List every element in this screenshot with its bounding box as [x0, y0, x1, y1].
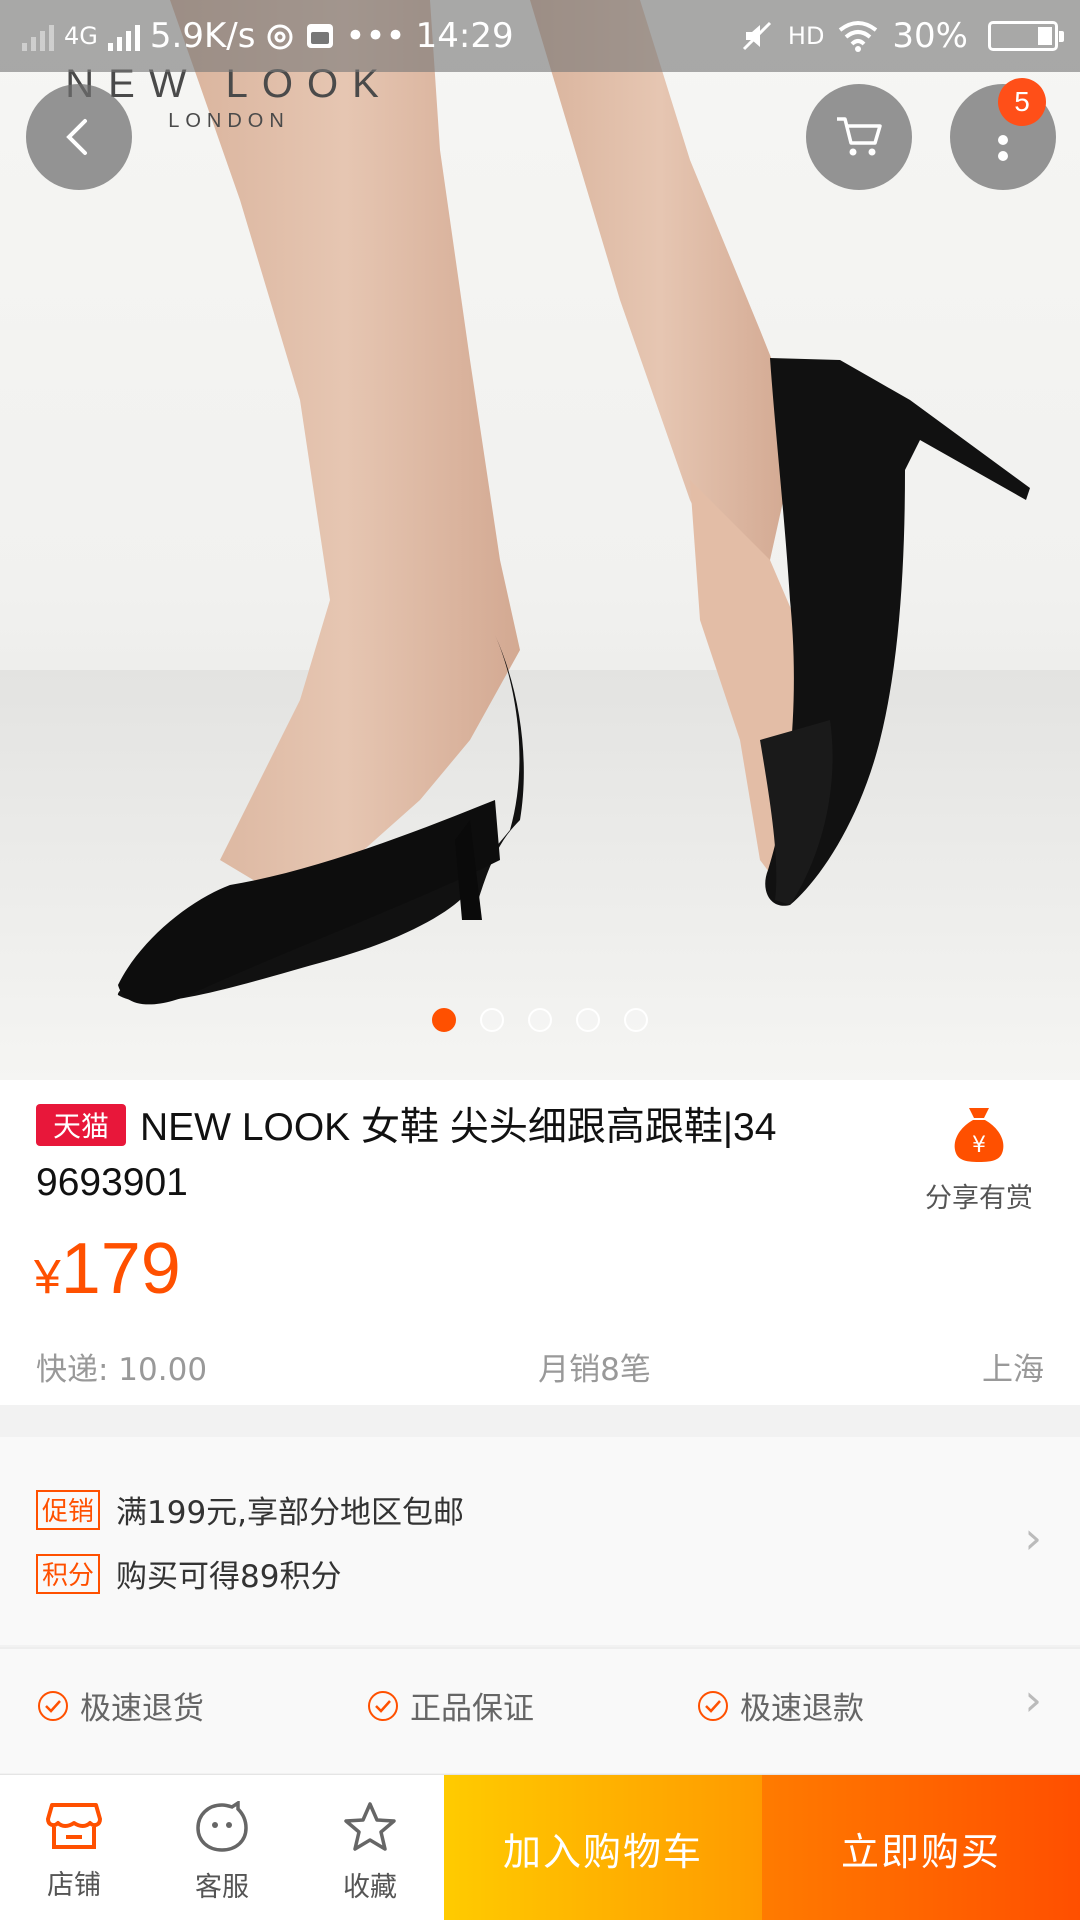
promotion-row: 促销 满199元,享部分地区包邮	[36, 1487, 464, 1532]
price-currency: ¥	[34, 1251, 61, 1304]
store-label: 店铺	[47, 1870, 101, 1901]
battery-icon	[988, 21, 1064, 51]
points-text: 购买可得89积分	[116, 1559, 342, 1595]
product-meta-row: 快递: 10.00 月销8笔 上海	[36, 1344, 1044, 1389]
monthly-sales: 月销8笔	[538, 1352, 651, 1388]
guarantee-label: 极速退货	[80, 1691, 204, 1727]
store-button[interactable]: 店铺	[0, 1775, 148, 1920]
ship-from-location: 上海	[982, 1352, 1044, 1388]
customer-service-icon	[196, 1801, 248, 1852]
sim2-signal-icon	[107, 21, 140, 51]
mute-icon	[742, 21, 771, 51]
points-tag: 积分	[36, 1553, 101, 1594]
favorite-button[interactable]: 收藏	[296, 1775, 444, 1920]
netease-music-icon	[267, 24, 293, 50]
money-bag-icon: ¥	[954, 1108, 1004, 1162]
status-bar: 4G 5.9K/s ••• 14:29 HD 30%	[0, 0, 1080, 72]
promotions-section[interactable]: 促销 满199元,享部分地区包邮 积分 购买可得89积分 ›	[0, 1437, 1080, 1645]
carousel-dot[interactable]	[432, 1008, 456, 1032]
product-image-carousel[interactable]	[0, 0, 1080, 1080]
product-info-card: 天猫 NEW LOOK 女鞋 尖头细跟高跟鞋|349693901 ¥ 分享有赏 …	[0, 1080, 1080, 1405]
share-reward-label: 分享有赏	[925, 1183, 1033, 1214]
more-notifications: •••	[345, 16, 406, 56]
back-button[interactable]	[26, 84, 132, 190]
promotion-tag: 促销	[36, 1489, 101, 1530]
customer-service-label: 客服	[195, 1872, 249, 1903]
carousel-dot[interactable]	[576, 1008, 600, 1032]
share-reward-button[interactable]: ¥ 分享有赏	[914, 1104, 1044, 1215]
chevron-right-icon: ›	[1024, 1513, 1042, 1564]
message-count-badge: 5	[998, 78, 1046, 126]
guarantee-item: 极速退货	[38, 1683, 204, 1728]
guarantee-label: 极速退款	[740, 1691, 864, 1727]
bottom-action-bar: 店铺 客服 收藏 加入购物车 立即购买	[0, 1774, 1080, 1920]
price-value: 179	[60, 1229, 181, 1309]
more-menu-button[interactable]: 5	[950, 78, 1056, 190]
points-row: 积分 购买可得89积分	[36, 1551, 341, 1596]
clock: 14:29	[415, 16, 514, 56]
guarantee-label: 正品保证	[410, 1691, 534, 1727]
store-icon	[46, 1803, 102, 1849]
wifi-icon	[839, 21, 878, 52]
carousel-indicator	[0, 1008, 1080, 1032]
chevron-right-icon: ›	[1024, 1675, 1042, 1726]
check-circle-icon	[38, 1690, 68, 1721]
add-to-cart-button[interactable]: 加入购物车	[444, 1775, 762, 1920]
guarantee-item: 极速退款	[698, 1683, 864, 1728]
star-icon	[344, 1802, 396, 1851]
product-photo	[0, 0, 1080, 1080]
svg-text:¥: ¥	[972, 1133, 986, 1158]
carousel-dot[interactable]	[624, 1008, 648, 1032]
promotion-text: 满199元,享部分地区包邮	[116, 1495, 465, 1531]
network-speed: 5.9K/s	[149, 16, 256, 56]
chevron-left-icon	[66, 119, 87, 155]
network-type: 4G	[64, 22, 98, 50]
cart-button[interactable]	[806, 84, 912, 190]
hd-indicator: HD	[787, 22, 825, 50]
shopping-cart-icon	[837, 117, 882, 156]
service-guarantees[interactable]: 极速退货 正品保证 极速退款 ›	[0, 1647, 1080, 1773]
battery-percent: 30%	[892, 16, 968, 56]
customer-service-button[interactable]: 客服	[148, 1775, 296, 1920]
buy-now-button[interactable]: 立即购买	[762, 1775, 1080, 1920]
product-price: ¥179	[34, 1228, 181, 1310]
check-circle-icon	[698, 1690, 728, 1721]
carousel-dot[interactable]	[480, 1008, 504, 1032]
check-circle-icon	[368, 1690, 398, 1721]
carousel-dot[interactable]	[528, 1008, 552, 1032]
shipping-fee: 快递: 10.00	[36, 1352, 208, 1388]
vivo-app-icon	[307, 24, 334, 48]
sim1-signal-icon	[22, 21, 54, 51]
favorite-label: 收藏	[343, 1872, 397, 1903]
guarantee-item: 正品保证	[368, 1683, 534, 1728]
product-title: NEW LOOK 女鞋 尖头细跟高跟鞋|349693901	[36, 1106, 777, 1204]
